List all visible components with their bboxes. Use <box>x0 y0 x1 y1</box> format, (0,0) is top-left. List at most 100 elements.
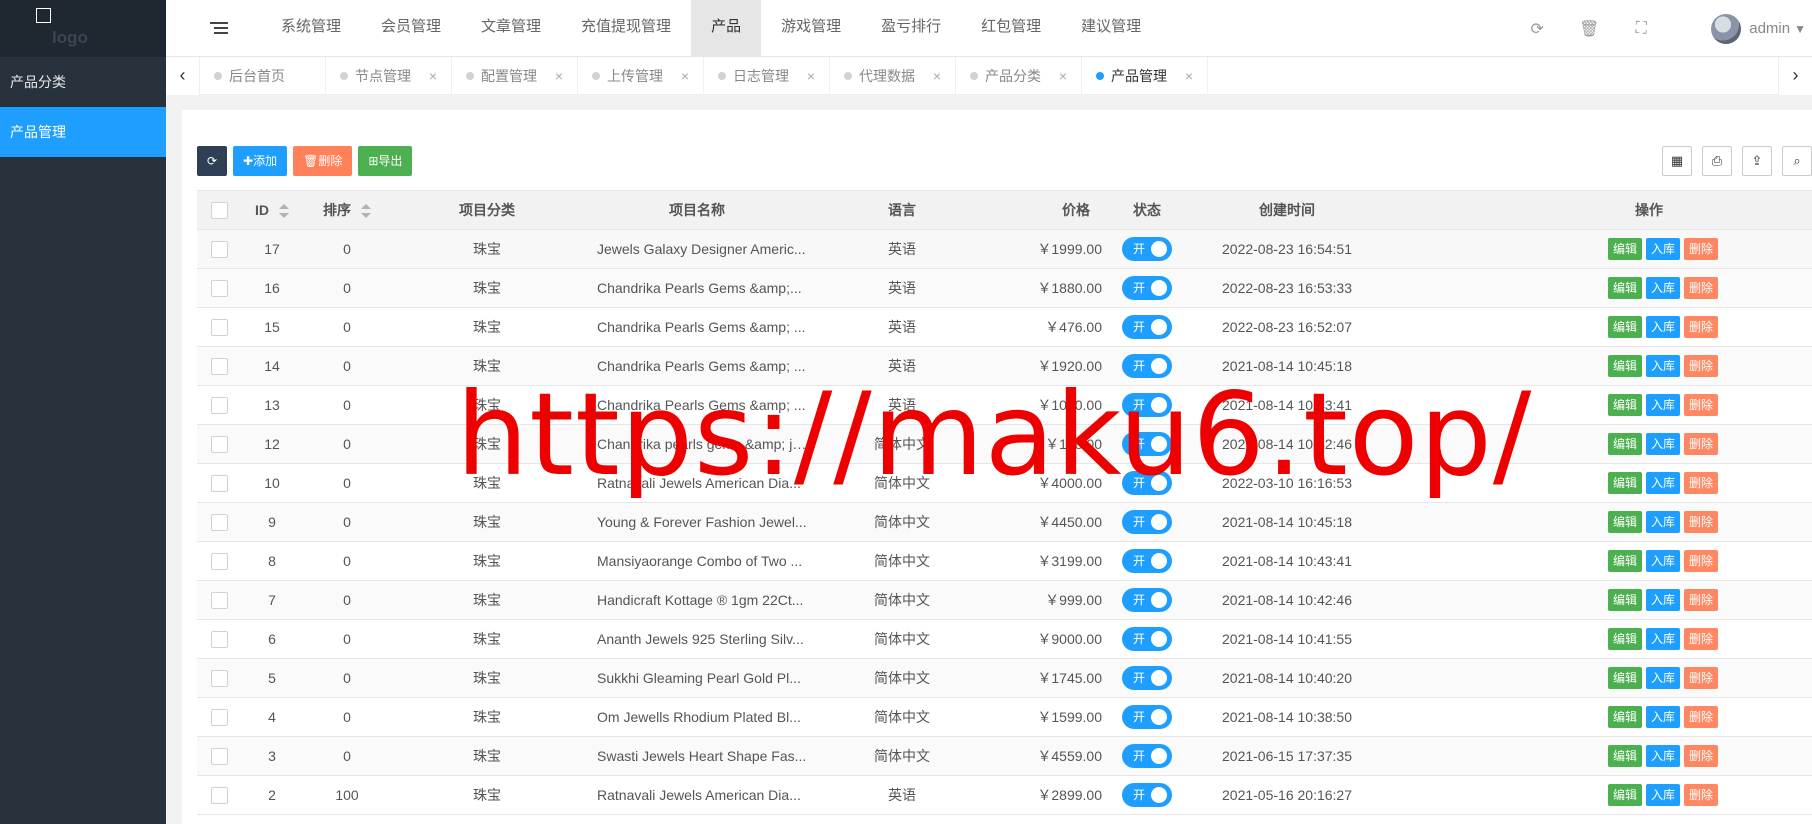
delete-row-button[interactable]: 删除 <box>1684 355 1719 377</box>
tab-product-category[interactable]: 产品分类 × <box>956 57 1082 95</box>
row-checkbox[interactable] <box>197 463 242 503</box>
status-toggle[interactable]: 开 <box>1122 783 1172 807</box>
stock-button[interactable]: 入库 <box>1646 745 1681 767</box>
row-checkbox[interactable] <box>197 658 242 698</box>
user-name[interactable]: admin <box>1749 20 1790 37</box>
edit-button[interactable]: 编辑 <box>1608 511 1643 533</box>
close-icon[interactable]: × <box>429 57 437 95</box>
status-toggle[interactable]: 开 <box>1122 666 1172 690</box>
stock-button[interactable]: 入库 <box>1646 550 1681 572</box>
delete-row-button[interactable]: 删除 <box>1684 316 1719 338</box>
delete-row-button[interactable]: 删除 <box>1684 706 1719 728</box>
trash-icon[interactable]: 🗑 <box>1563 19 1615 39</box>
edit-button[interactable]: 编辑 <box>1608 472 1643 494</box>
export-icon[interactable]: ⇪ <box>1742 146 1772 176</box>
row-checkbox[interactable] <box>197 268 242 308</box>
delete-row-button[interactable]: 删除 <box>1684 277 1719 299</box>
topnav-recharge[interactable]: 充值提现管理 <box>561 0 691 57</box>
tab-upload[interactable]: 上传管理 × <box>578 57 704 95</box>
refresh-button[interactable]: ⟳ <box>197 146 227 176</box>
delete-row-button[interactable]: 删除 <box>1684 394 1719 416</box>
close-icon[interactable]: × <box>681 57 689 95</box>
delete-row-button[interactable]: 删除 <box>1684 784 1719 806</box>
edit-button[interactable]: 编辑 <box>1608 667 1643 689</box>
delete-row-button[interactable]: 删除 <box>1684 628 1719 650</box>
status-toggle[interactable]: 开 <box>1122 393 1172 417</box>
close-icon[interactable]: × <box>1185 57 1193 95</box>
status-toggle[interactable]: 开 <box>1122 315 1172 339</box>
status-toggle[interactable]: 开 <box>1122 549 1172 573</box>
close-icon[interactable]: × <box>933 57 941 95</box>
topnav-system[interactable]: 系统管理 <box>261 0 361 57</box>
stock-button[interactable]: 入库 <box>1646 628 1681 650</box>
stock-button[interactable]: 入库 <box>1646 277 1681 299</box>
delete-row-button[interactable]: 删除 <box>1684 550 1719 572</box>
columns-icon[interactable]: ▦ <box>1662 146 1692 176</box>
close-icon[interactable]: × <box>555 57 563 95</box>
topnav-articles[interactable]: 文章管理 <box>461 0 561 57</box>
stock-button[interactable]: 入库 <box>1646 433 1681 455</box>
status-toggle[interactable]: 开 <box>1122 471 1172 495</box>
sort-icon[interactable] <box>279 204 289 219</box>
status-toggle[interactable]: 开 <box>1122 627 1172 651</box>
delete-row-button[interactable]: 删除 <box>1684 238 1719 260</box>
edit-button[interactable]: 编辑 <box>1608 784 1643 806</box>
stock-button[interactable]: 入库 <box>1646 355 1681 377</box>
status-toggle[interactable]: 开 <box>1122 432 1172 456</box>
delete-button[interactable]: 🗑 删除 <box>293 146 353 176</box>
delete-row-button[interactable]: 删除 <box>1684 472 1719 494</box>
menu-toggle-icon[interactable] <box>210 19 228 37</box>
tab-home[interactable]: 后台首页 <box>200 57 326 95</box>
topnav-products[interactable]: 产品 <box>691 0 762 57</box>
chevron-down-icon[interactable]: ▼ <box>1794 22 1806 36</box>
header-id[interactable]: ID <box>242 190 302 230</box>
topnav-suggestions[interactable]: 建议管理 <box>1061 0 1161 57</box>
row-checkbox[interactable] <box>197 619 242 659</box>
status-toggle[interactable]: 开 <box>1122 588 1172 612</box>
row-checkbox[interactable] <box>197 424 242 464</box>
chevron-left-icon[interactable]: ‹ <box>166 57 200 95</box>
stock-button[interactable]: 入库 <box>1646 511 1681 533</box>
sort-icon[interactable] <box>361 204 371 219</box>
row-checkbox[interactable] <box>197 307 242 347</box>
delete-row-button[interactable]: 删除 <box>1684 667 1719 689</box>
topnav-games[interactable]: 游戏管理 <box>761 0 861 57</box>
row-checkbox[interactable] <box>197 775 242 815</box>
add-button[interactable]: ✚ 添加 <box>233 146 288 176</box>
delete-row-button[interactable]: 删除 <box>1684 589 1719 611</box>
status-toggle[interactable]: 开 <box>1122 237 1172 261</box>
delete-row-button[interactable]: 删除 <box>1684 745 1719 767</box>
sidebar-item-product-management[interactable]: 产品管理 <box>0 107 166 157</box>
print-icon[interactable]: ⎙ <box>1702 146 1732 176</box>
topnav-redpacket[interactable]: 红包管理 <box>961 0 1061 57</box>
stock-button[interactable]: 入库 <box>1646 316 1681 338</box>
row-checkbox[interactable] <box>197 736 242 776</box>
edit-button[interactable]: 编辑 <box>1608 550 1643 572</box>
sidebar-item-product-category[interactable]: 产品分类 <box>0 57 166 107</box>
edit-button[interactable]: 编辑 <box>1608 277 1643 299</box>
row-checkbox[interactable] <box>197 541 242 581</box>
tab-product-management[interactable]: 产品管理 × <box>1082 57 1208 95</box>
topnav-ranking[interactable]: 盈亏排行 <box>861 0 961 57</box>
export-button[interactable]: ⊞ 导出 <box>358 146 413 176</box>
stock-button[interactable]: 入库 <box>1646 667 1681 689</box>
row-checkbox[interactable] <box>197 229 242 269</box>
row-checkbox[interactable] <box>197 385 242 425</box>
stock-button[interactable]: 入库 <box>1646 706 1681 728</box>
edit-button[interactable]: 编辑 <box>1608 394 1643 416</box>
tab-agent-data[interactable]: 代理数据 × <box>830 57 956 95</box>
stock-button[interactable]: 入库 <box>1646 238 1681 260</box>
avatar[interactable] <box>1711 13 1742 44</box>
stock-button[interactable]: 入库 <box>1646 589 1681 611</box>
status-toggle[interactable]: 开 <box>1122 744 1172 768</box>
header-checkbox[interactable] <box>197 190 242 230</box>
stock-button[interactable]: 入库 <box>1646 472 1681 494</box>
stock-button[interactable]: 入库 <box>1646 394 1681 416</box>
edit-button[interactable]: 编辑 <box>1608 745 1643 767</box>
refresh-icon[interactable]: ⟳ <box>1511 19 1563 39</box>
search-icon[interactable]: ⌕ <box>1782 146 1812 176</box>
edit-button[interactable]: 编辑 <box>1608 589 1643 611</box>
status-toggle[interactable]: 开 <box>1122 510 1172 534</box>
status-toggle[interactable]: 开 <box>1122 276 1172 300</box>
tab-logs[interactable]: 日志管理 × <box>704 57 830 95</box>
